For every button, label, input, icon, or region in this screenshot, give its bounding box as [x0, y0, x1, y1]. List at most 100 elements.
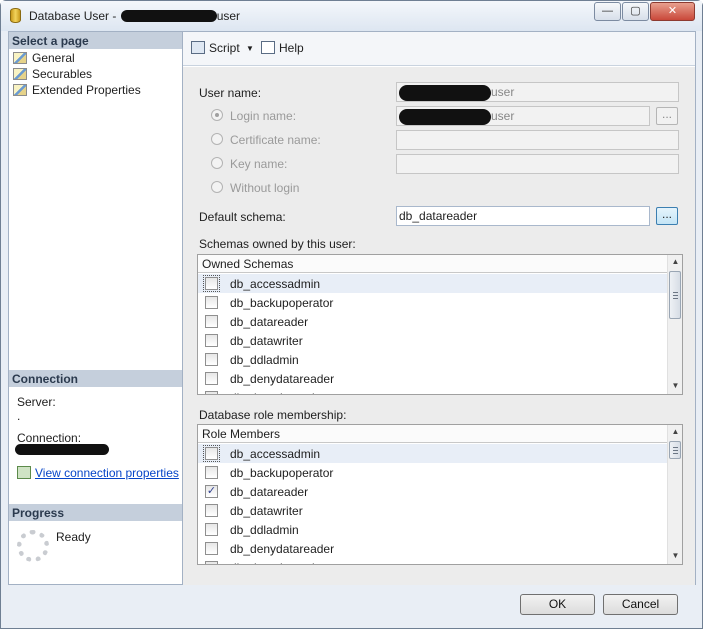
table-row[interactable]: db_datawriter: [198, 501, 668, 520]
minimize-button[interactable]: —: [594, 2, 621, 21]
restore-button[interactable]: ▢: [622, 2, 649, 21]
view-connection-properties[interactable]: View connection properties: [17, 466, 179, 480]
select-page-header: Select a page: [9, 32, 182, 49]
ok-button[interactable]: OK: [520, 594, 595, 615]
progress-status: Ready: [56, 530, 91, 544]
role-member-checkbox[interactable]: [205, 523, 218, 536]
script-button[interactable]: Script: [191, 41, 240, 55]
redacted-connection-value: [15, 444, 109, 455]
role-membership-label: Database role membership:: [199, 408, 347, 422]
wrench-page-icon: [13, 84, 27, 96]
help-label: Help: [279, 41, 304, 55]
window-title: Database User - user: [29, 9, 240, 24]
close-button[interactable]: ✕: [650, 2, 695, 21]
role-member-checkbox[interactable]: [205, 466, 218, 479]
owned-schema-checkbox[interactable]: [205, 391, 218, 394]
key-name-field[interactable]: [396, 154, 679, 174]
page-item-securables[interactable]: Securables: [13, 67, 92, 83]
owned-schemas-header: Owned Schemas: [198, 255, 668, 273]
script-icon: [191, 41, 205, 54]
page-item-extended-properties[interactable]: Extended Properties: [13, 83, 141, 99]
window-title-suffix: user: [216, 9, 241, 23]
login-name-field[interactable]: user: [396, 106, 650, 126]
grip-line: [673, 447, 678, 448]
role-member-checkbox[interactable]: [205, 504, 218, 517]
role-member-checkbox[interactable]: [203, 445, 220, 462]
table-row[interactable]: db_datawriter: [198, 331, 668, 350]
scroll-down-icon[interactable]: ▼: [668, 379, 682, 393]
role-members-scrollbar[interactable]: ▲ ▼: [667, 425, 682, 564]
server-label: Server:: [17, 395, 56, 409]
page-item-general[interactable]: General: [13, 51, 75, 67]
login-name-radio[interactable]: [211, 109, 223, 121]
server-value: .: [17, 409, 21, 423]
table-row[interactable]: db_accessadmin: [198, 274, 668, 293]
user-name-field[interactable]: user: [396, 82, 679, 102]
help-icon: [261, 41, 275, 54]
help-button[interactable]: Help: [261, 41, 304, 55]
owned-schema-checkbox[interactable]: [205, 372, 218, 385]
default-schema-browse-button[interactable]: ...: [656, 207, 678, 225]
owned-schema-name: db_datawriter: [230, 334, 303, 348]
user-name-suffix: user: [491, 85, 515, 99]
scroll-thumb[interactable]: [669, 271, 681, 319]
table-row[interactable]: ✓ db_datareader: [198, 482, 668, 501]
properties-icon: [17, 466, 31, 479]
role-member-name: db_backupoperator: [230, 466, 334, 480]
login-name-browse-button[interactable]: ...: [656, 107, 678, 125]
table-row[interactable]: db_denydatawriter: [198, 558, 668, 564]
role-member-checkbox[interactable]: ✓: [205, 485, 218, 498]
table-row[interactable]: db_ddladmin: [198, 520, 668, 539]
owned-schema-checkbox[interactable]: [205, 353, 218, 366]
default-schema-field[interactable]: db_datareader: [396, 206, 650, 226]
owned-schema-checkbox[interactable]: [205, 296, 218, 309]
certificate-name-label: Certificate name:: [230, 133, 321, 147]
role-member-name: db_denydatareader: [230, 542, 335, 556]
owned-schemas-grid[interactable]: Owned Schemas db_accessadmin db_backupop…: [197, 254, 683, 395]
role-member-name: db_accessadmin: [230, 447, 321, 461]
table-row[interactable]: db_accessadmin: [198, 444, 668, 463]
owned-schema-name: db_ddladmin: [230, 353, 299, 367]
table-row[interactable]: db_datareader: [198, 312, 668, 331]
view-connection-link[interactable]: View connection properties: [35, 466, 179, 480]
grip-line: [673, 295, 678, 296]
table-row[interactable]: db_denydatareader: [198, 369, 668, 388]
scroll-up-icon[interactable]: ▲: [668, 255, 682, 269]
certificate-name-radio[interactable]: [211, 133, 223, 145]
key-name-label: Key name:: [230, 157, 288, 171]
owned-schema-checkbox[interactable]: [203, 275, 220, 292]
owned-schema-checkbox[interactable]: [205, 315, 218, 328]
key-name-radio[interactable]: [211, 157, 223, 169]
scroll-thumb[interactable]: [669, 441, 681, 459]
owned-schema-checkbox[interactable]: [205, 334, 218, 347]
table-row[interactable]: db_denydatawriter: [198, 388, 668, 394]
scroll-down-icon[interactable]: ▼: [668, 549, 682, 563]
role-member-checkbox[interactable]: [205, 561, 218, 564]
role-members-grid[interactable]: Role Members db_accessadmin db_backupope…: [197, 424, 683, 565]
database-user-dialog: Database User - user — ▢ ✕ Select a page…: [0, 0, 703, 629]
role-member-checkbox[interactable]: [205, 542, 218, 555]
grip-line: [673, 453, 678, 454]
table-row[interactable]: db_ddladmin: [198, 350, 668, 369]
grip-line: [673, 292, 678, 293]
without-login-radio[interactable]: [211, 181, 223, 193]
table-row[interactable]: db_backupoperator: [198, 293, 668, 312]
script-dropdown-button[interactable]: ▼: [246, 44, 254, 53]
progress-spinner-icon: [17, 530, 49, 562]
owned-schema-name: db_datareader: [230, 315, 309, 329]
toolbar: Script ▼ Help: [183, 32, 695, 66]
general-page-content: User name: user Login name: user ... Cer…: [183, 67, 695, 585]
table-row[interactable]: db_denydatareader: [198, 539, 668, 558]
window-title-prefix: Database User -: [29, 9, 120, 23]
owned-schema-name: db_denydatawriter: [230, 391, 329, 394]
login-name-suffix: user: [491, 109, 515, 123]
table-row[interactable]: db_backupoperator: [198, 463, 668, 482]
certificate-name-field[interactable]: [396, 130, 679, 150]
login-name-label: Login name:: [230, 109, 297, 123]
scroll-up-icon[interactable]: ▲: [668, 425, 682, 439]
grip-line: [673, 450, 678, 451]
redacted-user-name: [399, 85, 491, 101]
sidebar: Select a page General Securables Extende…: [8, 31, 183, 585]
owned-schemas-scrollbar[interactable]: ▲ ▼: [667, 255, 682, 394]
cancel-button[interactable]: Cancel: [603, 594, 678, 615]
